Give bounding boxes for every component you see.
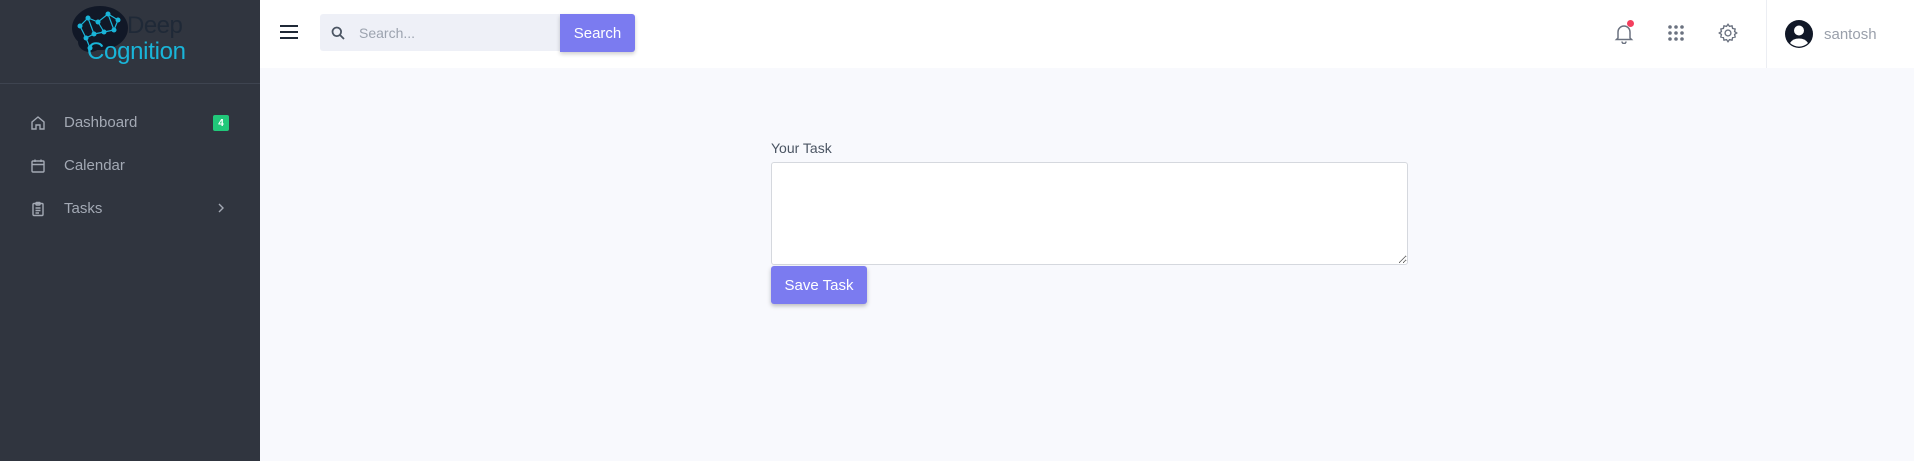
brand-name-line2: Cognition (87, 38, 186, 65)
dashboard-count-badge: 4 (213, 115, 229, 131)
search-button[interactable]: Search (560, 14, 635, 52)
task-textarea[interactable] (771, 162, 1408, 265)
brand-name-line1: Deep (127, 12, 183, 39)
menu-icon[interactable] (279, 24, 299, 40)
search-box (320, 14, 560, 51)
top-header: Search santosh (260, 0, 1914, 68)
sidebar-item-tasks[interactable]: Tasks (0, 187, 260, 230)
home-icon (30, 115, 46, 131)
sidebar-item-calendar[interactable]: Calendar (0, 144, 260, 187)
user-name: santosh (1824, 25, 1877, 43)
gear-icon[interactable] (1717, 22, 1739, 44)
bell-icon[interactable] (1613, 20, 1635, 45)
user-menu[interactable]: santosh (1766, 0, 1896, 68)
user-avatar-icon (1784, 19, 1814, 49)
sidebar-item-label: Dashboard (64, 114, 138, 131)
logo[interactable]: Deep Cognition (0, 0, 260, 84)
clipboard-icon (30, 201, 46, 217)
search-input[interactable] (359, 24, 549, 41)
calendar-icon (30, 158, 46, 174)
sidebar-nav: Dashboard 4 Calendar Tasks (0, 101, 260, 230)
chevron-right-icon (214, 201, 228, 220)
sidebar-item-label: Tasks (64, 200, 103, 217)
task-label: Your Task (771, 140, 832, 156)
search-icon (331, 26, 345, 40)
notification-dot (1627, 20, 1634, 27)
sidebar-item-label: Calendar (64, 157, 125, 174)
save-task-button[interactable]: Save Task (771, 266, 867, 304)
sidebar-item-dashboard[interactable]: Dashboard 4 (0, 101, 260, 144)
apps-grid-icon[interactable] (1665, 22, 1687, 44)
task-form: Your Task Save Task (771, 140, 1408, 304)
sidebar: Deep Cognition Dashboard 4 Calendar Task… (0, 0, 260, 461)
